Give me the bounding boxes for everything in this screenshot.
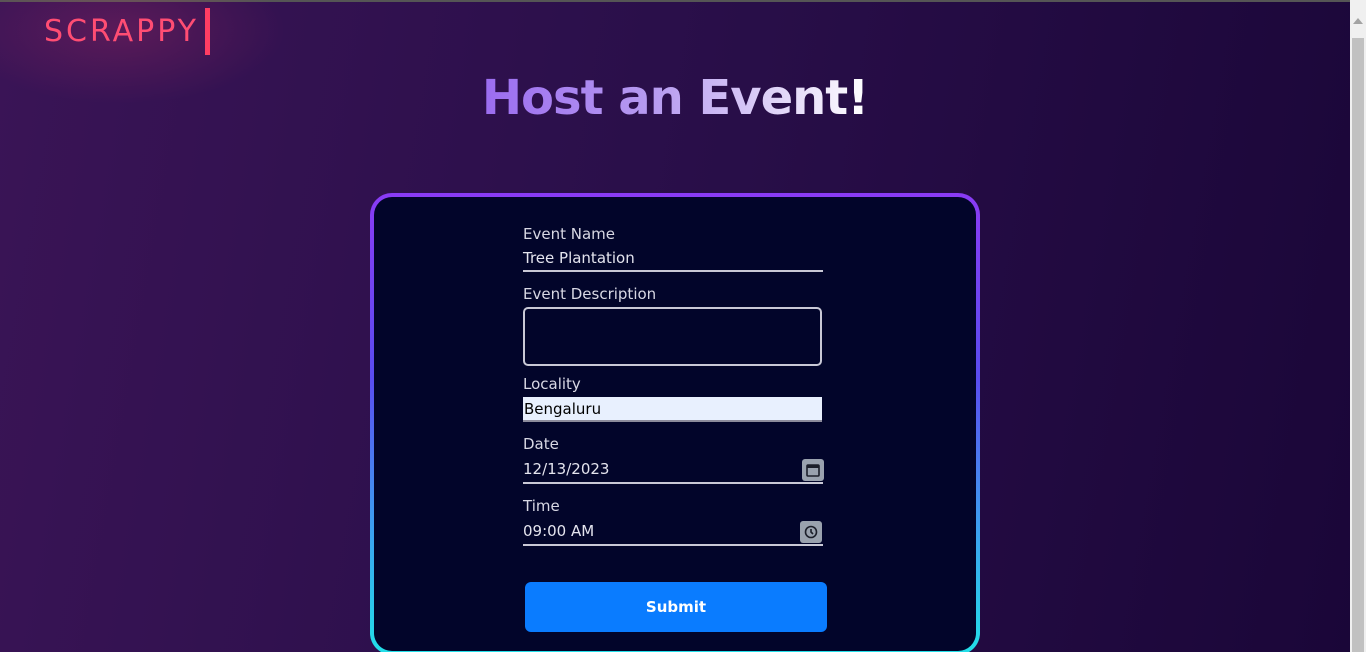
date-underline	[523, 482, 823, 484]
scroll-up-arrow-icon[interactable]	[1353, 18, 1363, 24]
logo-caret	[205, 8, 210, 55]
locality-label: Locality	[523, 375, 581, 393]
locality-input[interactable]: Bengaluru	[523, 397, 822, 422]
event-name-underline	[523, 270, 823, 272]
calendar-icon[interactable]	[802, 459, 824, 481]
event-description-label: Event Description	[523, 285, 657, 303]
event-name-label: Event Name	[523, 225, 615, 243]
clock-icon[interactable]	[800, 521, 822, 543]
event-name-input[interactable]: Tree Plantation	[523, 249, 635, 267]
brand-logo-text: SCRAPPY	[44, 14, 199, 49]
time-input[interactable]: 09:00 AM	[523, 522, 594, 540]
submit-button[interactable]: Submit	[525, 582, 827, 632]
scrollbar-thumb[interactable]	[1352, 38, 1364, 652]
page-title: Host an Event!	[481, 70, 869, 126]
date-label: Date	[523, 435, 559, 453]
brand-logo[interactable]: SCRAPPY	[44, 8, 210, 55]
time-underline	[523, 544, 823, 546]
date-input[interactable]: 12/13/2023	[523, 460, 609, 478]
event-description-textarea[interactable]	[523, 307, 822, 366]
time-label: Time	[523, 497, 560, 515]
